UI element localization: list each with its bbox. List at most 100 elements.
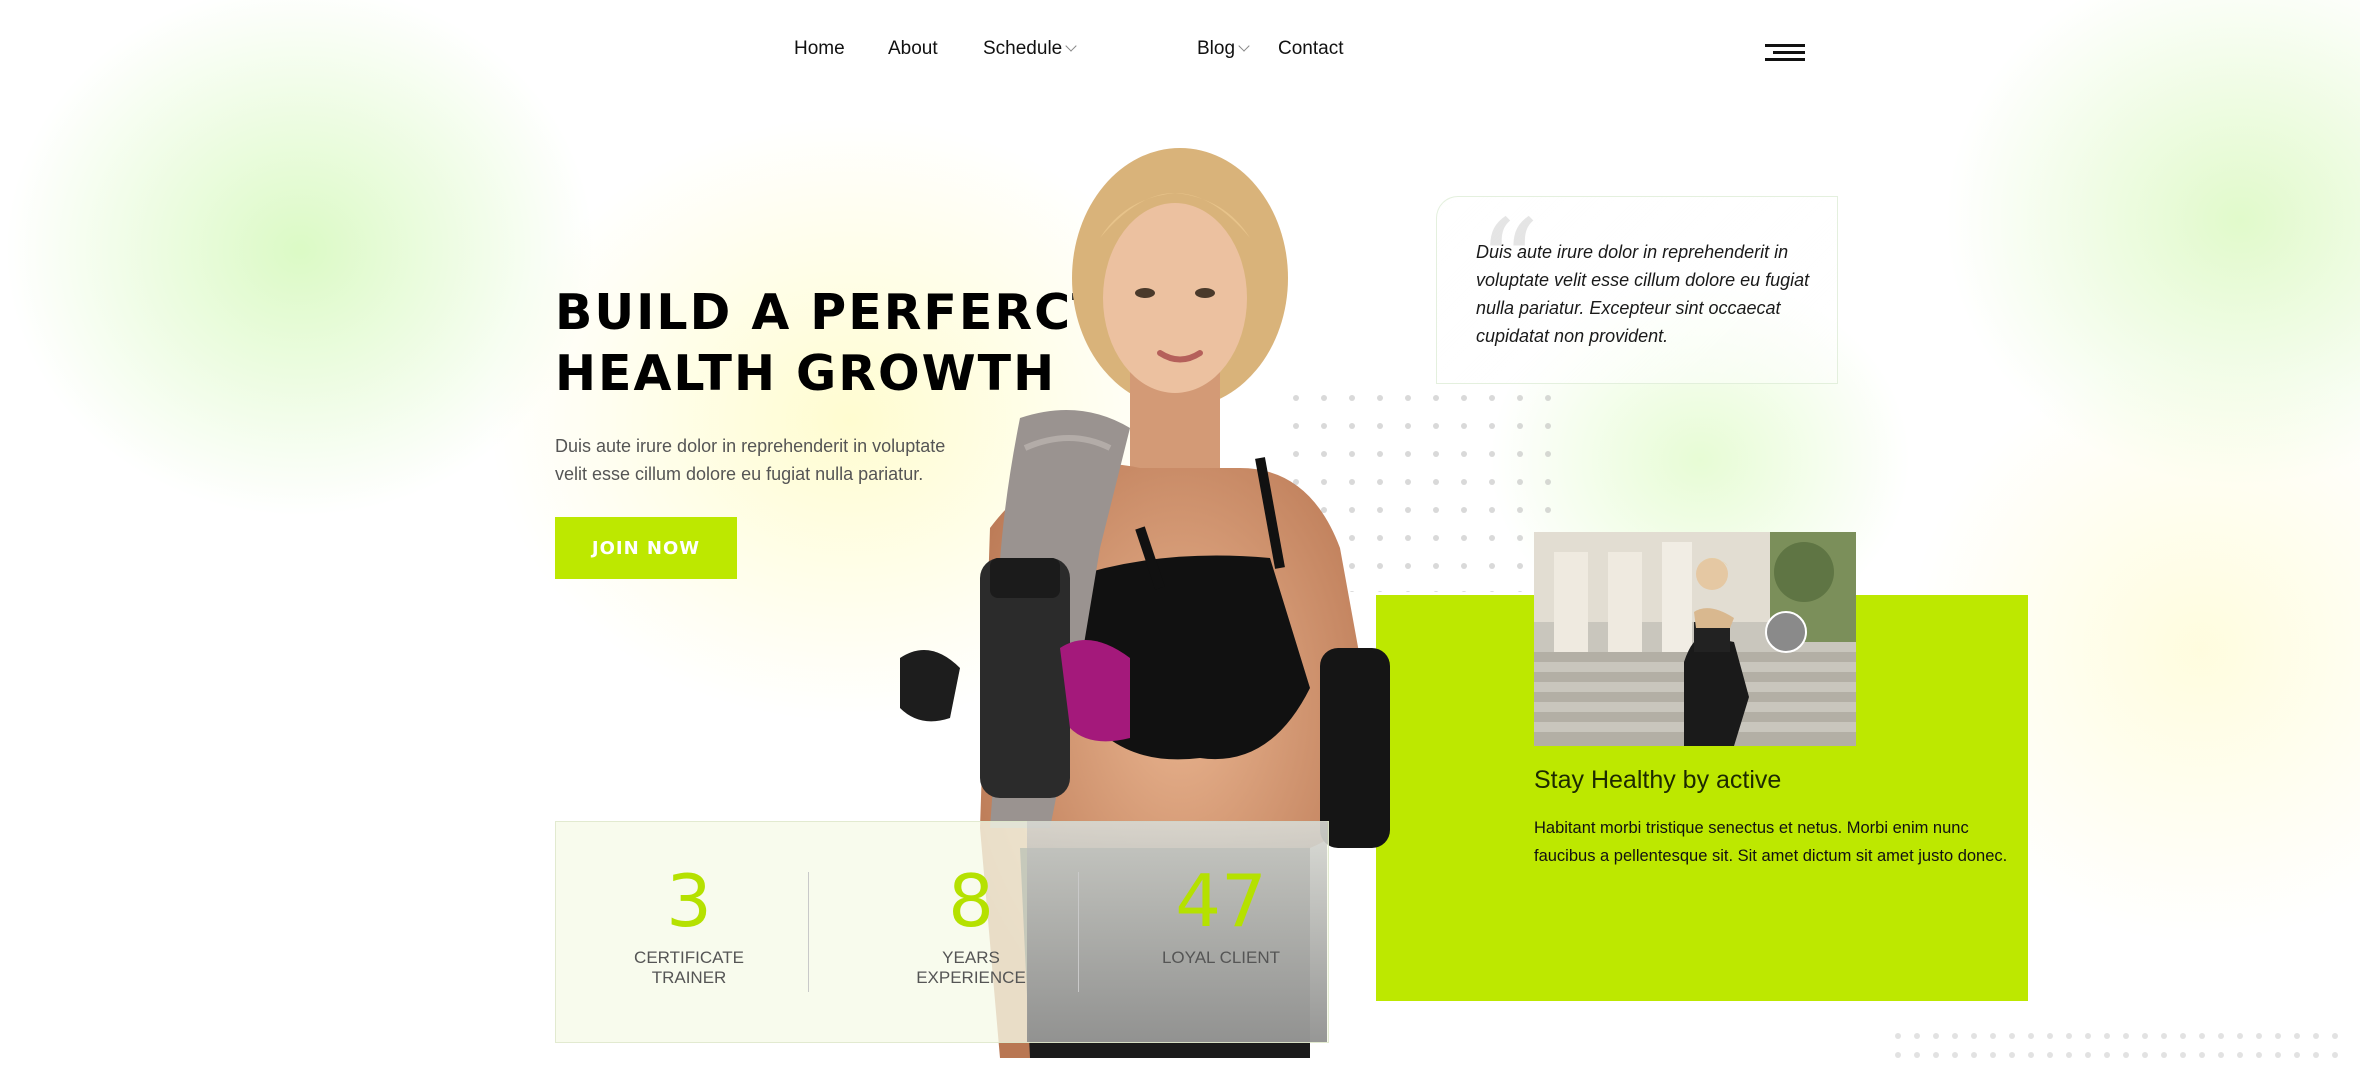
decor-dot [1433,563,1439,569]
decor-dot [2028,1052,2034,1058]
decor-dot [1952,1033,1958,1039]
decor-dot [1489,451,1495,457]
decor-dot [2123,1052,2129,1058]
decor-dot [2256,1052,2262,1058]
decor-dot [2332,1033,2338,1039]
decor-dot [1461,395,1467,401]
decor-dot [1517,591,1523,592]
stat-number: 3 [666,859,712,943]
decor-dot [2142,1052,2148,1058]
dot-grid-decoration-bottom [1895,1033,2338,1058]
decor-dot [2218,1052,2224,1058]
stat-certificate-trainer: 3 CERTIFICATE TRAINER [604,860,774,988]
decor-dot [1517,563,1523,569]
decor-dot [2275,1033,2281,1039]
decor-dot [1545,507,1551,513]
decor-dot [2313,1052,2319,1058]
decor-dot [1990,1033,1996,1039]
decor-dot [1489,423,1495,429]
decor-dot [1461,479,1467,485]
decor-dot [2085,1052,2091,1058]
stat-divider [1078,872,1079,992]
decor-dot [2009,1033,2015,1039]
join-now-button[interactable]: JOIN NOW [555,517,737,579]
chevron-down-icon [1065,40,1077,52]
decor-dot [2085,1033,2091,1039]
decor-dot [1489,479,1495,485]
decor-dot [2028,1033,2034,1039]
hamburger-icon[interactable] [1765,44,1805,62]
decor-dot [2294,1052,2300,1058]
decor-dot [2066,1033,2072,1039]
decor-dot [1461,535,1467,541]
decor-dot [1545,479,1551,485]
decor-dot [1433,535,1439,541]
nav-item-about[interactable]: About [888,38,938,60]
decor-dot [1933,1033,1939,1039]
decor-dot [1517,451,1523,457]
decor-dot [1433,507,1439,513]
decor-dot [2313,1033,2319,1039]
decor-dot [1914,1052,1920,1058]
decor-dot [2256,1033,2262,1039]
runner-photo [1534,532,1856,746]
decor-dot [2199,1052,2205,1058]
nav-item-contact[interactable]: Contact [1278,38,1343,60]
nav-item-blog[interactable]: Blog [1197,38,1250,60]
decor-dot [1914,1033,1920,1039]
decor-dot [1461,451,1467,457]
nav-item-schedule-label: Schedule [983,38,1063,59]
main-nav: Home About Schedule Blog Contact [0,38,2360,68]
stat-number: 47 [1175,859,1267,943]
decor-dot [1489,507,1495,513]
decor-dot [1461,563,1467,569]
decor-dot [2161,1033,2167,1039]
decor-dot [1933,1052,1939,1058]
nav-item-home[interactable]: Home [794,38,845,60]
feature-title: Stay Healthy by active [1534,766,1782,794]
decor-dot [1545,423,1551,429]
decor-dot [1971,1033,1977,1039]
decor-dot [2180,1033,2186,1039]
decor-dot [2161,1052,2167,1058]
decor-dot [1895,1052,1901,1058]
nav-item-schedule[interactable]: Schedule [983,38,1077,60]
decor-dot [1895,1033,1901,1039]
decor-dot [1517,395,1523,401]
decor-dot [2237,1052,2243,1058]
stat-loyal-client: 47 LOYAL CLIENT [1136,860,1306,968]
decor-dot [1952,1052,1958,1058]
decor-dot [2332,1052,2338,1058]
decor-dot [2275,1052,2281,1058]
decor-dot [1971,1052,1977,1058]
decor-dot [2066,1052,2072,1058]
stat-label: LOYAL CLIENT [1161,948,1281,967]
decor-dot [1517,535,1523,541]
decor-dot [1433,591,1439,592]
decor-dot [1489,563,1495,569]
decor-dot [2199,1033,2205,1039]
decor-dot [2047,1033,2053,1039]
decor-dot [1545,395,1551,401]
decor-dot [1433,451,1439,457]
quote-text: Duis aute irure dolor in reprehenderit i… [1476,242,1810,346]
decor-dot [2123,1033,2129,1039]
stat-number: 8 [948,859,994,943]
decor-dot [2294,1033,2300,1039]
decor-dot [1461,423,1467,429]
decor-dot [2237,1033,2243,1039]
decor-dot [1433,479,1439,485]
decor-dot [1489,535,1495,541]
decor-dot [1461,507,1467,513]
decor-dot [1990,1052,1996,1058]
decor-dot [2009,1052,2015,1058]
stat-years-experience: 8 YEARS EXPERIENCE [886,860,1056,988]
decor-dot [2218,1033,2224,1039]
decor-dot [1489,395,1495,401]
decor-dot [1517,479,1523,485]
chevron-down-icon [1238,40,1250,52]
decor-dot [1433,395,1439,401]
decor-dot [2180,1052,2186,1058]
decor-dot [2047,1052,2053,1058]
decor-dot [1489,591,1495,592]
